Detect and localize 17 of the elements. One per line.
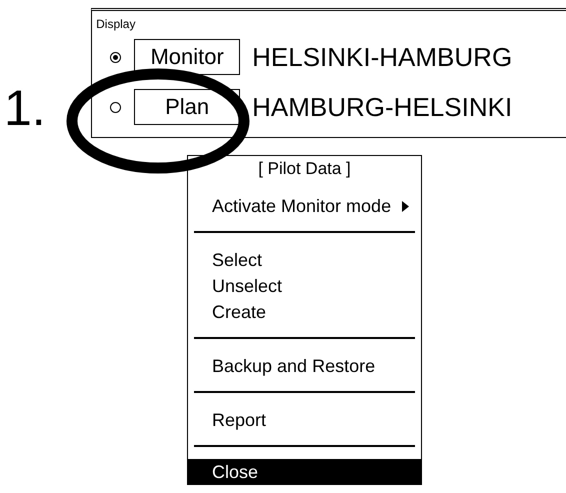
menu-title: [ Pilot Data ] [257,158,352,179]
panel-title: Display [96,17,136,31]
submenu-arrow-icon [402,200,409,212]
menu-item[interactable]: Select [194,247,415,273]
menu-item[interactable]: Unselect [194,273,415,299]
step-number: 1. [4,83,47,133]
route-name: HELSINKI-HAMBURG [252,42,512,72]
menu-item[interactable]: Create [194,299,415,325]
menu-item[interactable]: Close [188,459,421,485]
menu-item[interactable]: Report [194,407,415,433]
route-name: HAMBURG-HELSINKI [252,92,512,122]
radio-button[interactable] [110,52,122,62]
radio-button[interactable] [110,102,122,112]
menu-item[interactable]: Backup and Restore [194,353,415,379]
menu-item[interactable]: Activate Monitor mode [194,193,415,219]
mode-button[interactable]: Monitor [134,39,240,75]
mode-button[interactable]: Plan [134,89,240,125]
